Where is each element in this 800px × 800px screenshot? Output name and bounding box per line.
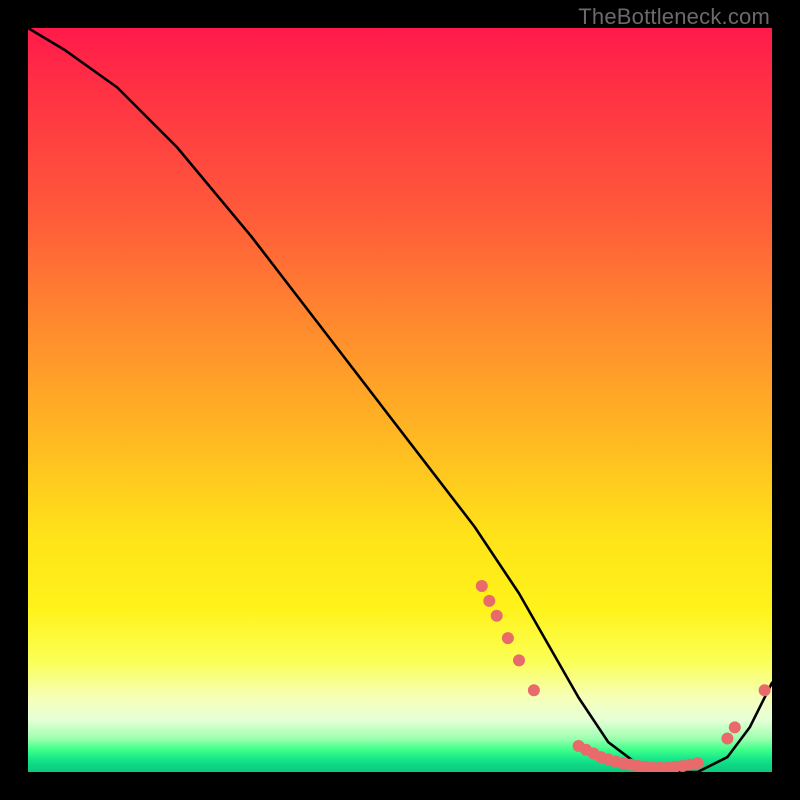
- highlight-points-group: [476, 580, 771, 772]
- chart-frame: TheBottleneck.com: [0, 0, 800, 800]
- highlight-point: [513, 654, 525, 666]
- highlight-point: [476, 580, 488, 592]
- highlight-point: [692, 757, 704, 769]
- plot-area: [28, 28, 772, 772]
- watermark-text: TheBottleneck.com: [578, 4, 770, 30]
- highlight-point: [483, 595, 495, 607]
- highlight-point: [729, 721, 741, 733]
- highlight-point: [759, 684, 771, 696]
- highlight-point: [721, 733, 733, 745]
- curve-layer: [28, 28, 772, 772]
- highlight-point: [528, 684, 540, 696]
- highlight-point: [491, 610, 503, 622]
- bottleneck-curve: [28, 28, 772, 772]
- highlight-point: [502, 632, 514, 644]
